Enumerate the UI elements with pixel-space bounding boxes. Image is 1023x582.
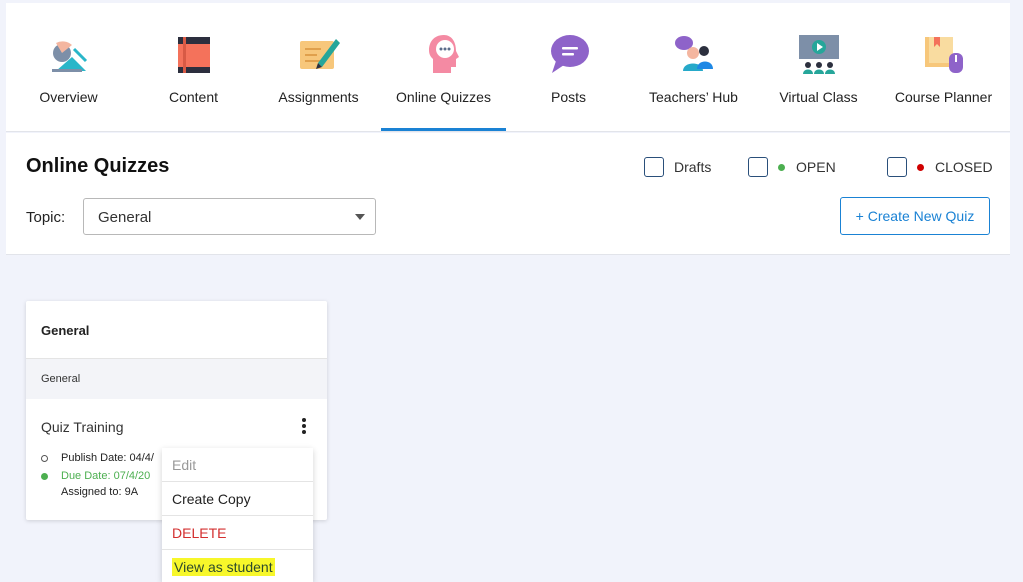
book-icon bbox=[177, 37, 210, 73]
card-title: General bbox=[41, 323, 90, 338]
course-nav-bar: Overview Content Assignments Online Quiz… bbox=[6, 3, 1010, 132]
view-as-student-label: View as student bbox=[172, 558, 275, 576]
publish-date: Publish Date: 04/4/ bbox=[41, 452, 154, 464]
menu-item-create-copy[interactable]: Create Copy bbox=[162, 482, 313, 516]
overview-icon bbox=[51, 41, 87, 72]
filter-closed[interactable]: CLOSED bbox=[887, 157, 993, 177]
quiz-name[interactable]: Quiz Training bbox=[41, 419, 123, 435]
quiz-head-icon bbox=[428, 35, 459, 73]
nav-item-assignments[interactable]: Assignments bbox=[256, 3, 381, 131]
quizzes-header: Online Quizzes Drafts OPEN CLOSED Topic:… bbox=[6, 133, 1010, 255]
active-tab-indicator bbox=[381, 128, 506, 131]
filter-open[interactable]: OPEN bbox=[748, 157, 836, 177]
assignment-icon bbox=[299, 39, 340, 69]
menu-item-delete[interactable]: DELETE bbox=[162, 516, 313, 550]
nav-label: Online Quizzes bbox=[396, 89, 491, 105]
menu-item-view-as-student[interactable]: View as student bbox=[162, 550, 313, 582]
filter-label: CLOSED bbox=[935, 159, 993, 175]
topic-select[interactable]: General bbox=[83, 198, 376, 235]
nav-label: Posts bbox=[550, 89, 586, 105]
nav-item-content[interactable]: Content bbox=[131, 3, 256, 131]
nav-label: Overview bbox=[39, 89, 98, 105]
assigned-to: Assigned to: 9A bbox=[61, 486, 139, 498]
more-options-icon[interactable] bbox=[299, 418, 309, 438]
due-status-icon bbox=[41, 472, 48, 480]
nav-label: Assignments bbox=[278, 89, 359, 105]
nav-label: Teachers’ Hub bbox=[649, 89, 738, 105]
topic-value: General bbox=[98, 209, 152, 226]
nav-label: Content bbox=[168, 89, 219, 105]
due-date: Due Date: 07/4/20 bbox=[41, 470, 150, 482]
card-subtitle: General bbox=[41, 373, 81, 385]
nav-label: Virtual Class bbox=[779, 89, 858, 105]
publish-date-text: Publish Date: 04/4/ bbox=[61, 452, 154, 464]
filter-label: OPEN bbox=[796, 159, 836, 175]
chat-bubble-icon bbox=[550, 35, 589, 73]
open-checkbox[interactable] bbox=[748, 157, 768, 177]
open-status-dot bbox=[778, 163, 785, 171]
teachers-hub-icon bbox=[674, 36, 713, 71]
nav-item-teachers-hub[interactable]: Teachers’ Hub bbox=[631, 3, 756, 131]
due-date-text: Due Date: 07/4/20 bbox=[61, 470, 151, 482]
filter-drafts[interactable]: Drafts bbox=[644, 157, 711, 177]
nav-item-posts[interactable]: Posts bbox=[506, 3, 631, 131]
quiz-context-menu: Edit Create Copy DELETE View as student bbox=[162, 448, 313, 582]
chevron-down-icon bbox=[355, 214, 365, 220]
course-planner-icon bbox=[924, 37, 963, 73]
menu-item-edit[interactable]: Edit bbox=[162, 448, 313, 482]
page-title: Online Quizzes bbox=[26, 155, 170, 177]
nav-item-online-quizzes[interactable]: Online Quizzes bbox=[381, 3, 506, 131]
create-new-quiz-button[interactable]: + Create New Quiz bbox=[840, 197, 990, 235]
topic-label: Topic: bbox=[26, 209, 66, 226]
publish-status-icon bbox=[41, 454, 48, 462]
nav-item-course-planner[interactable]: Course Planner bbox=[881, 3, 1006, 131]
nav-label: Course Planner bbox=[894, 89, 993, 105]
filter-label: Drafts bbox=[674, 159, 712, 175]
nav-item-virtual-class[interactable]: Virtual Class bbox=[756, 3, 881, 131]
nav-item-overview[interactable]: Overview bbox=[6, 3, 131, 131]
card-subheader: General bbox=[26, 358, 327, 399]
virtual-class-icon bbox=[798, 35, 839, 74]
closed-status-dot bbox=[917, 163, 924, 171]
closed-checkbox[interactable] bbox=[887, 157, 907, 177]
drafts-checkbox[interactable] bbox=[644, 157, 664, 177]
